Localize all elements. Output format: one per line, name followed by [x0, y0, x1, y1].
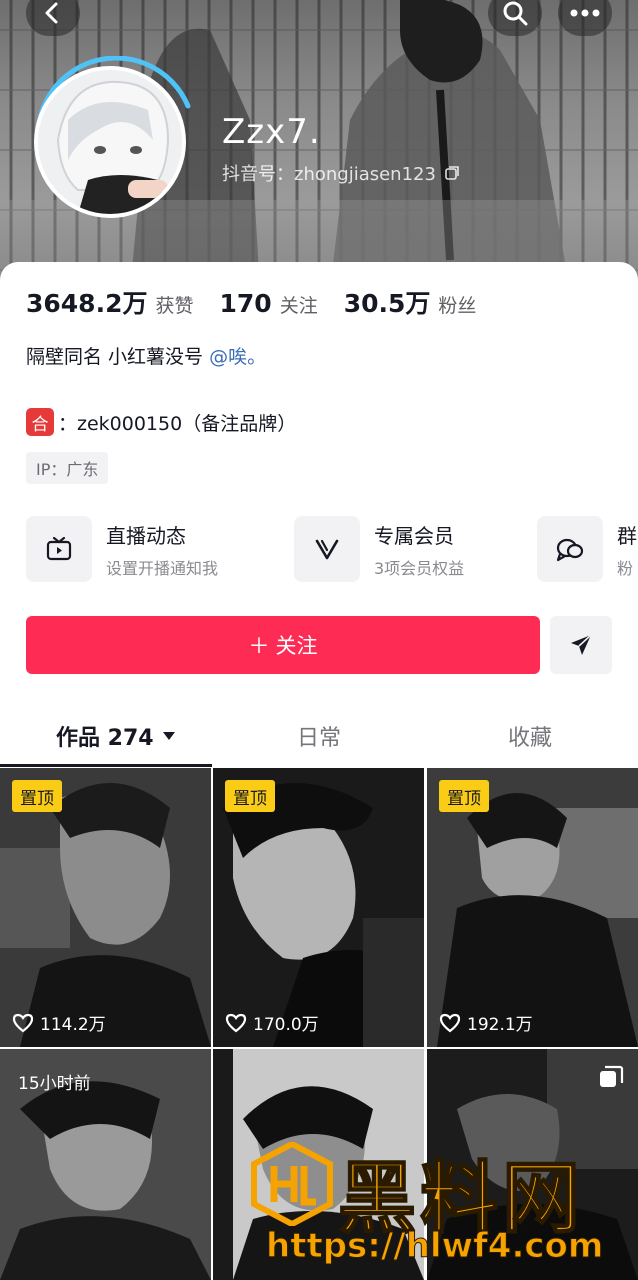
chevron-left-icon [45, 2, 58, 24]
paper-plane-icon [571, 634, 592, 655]
video-thumbnail[interactable] [427, 1049, 638, 1280]
contact-text: ：zek000150（备注品牌） [58, 412, 297, 435]
profile-nickname: Zzx7. [222, 112, 321, 152]
following-count[interactable]: 170 [220, 289, 272, 318]
content-tabs: 作品 274 日常 收藏 [0, 712, 638, 766]
following-label[interactable]: 关注 [280, 291, 318, 318]
video-likes-count: 170.0万 [253, 1015, 319, 1035]
follow-button[interactable]: ＋ 关注 [26, 616, 540, 674]
caret-down-icon [162, 732, 175, 740]
video-likes-count: 192.1万 [467, 1015, 533, 1035]
pinned-badge: 置顶 [439, 780, 489, 812]
profile-bio: 隔壁同名 小红薯没号 @唉。 [26, 342, 266, 369]
video-likes: 170.0万 [225, 1010, 319, 1035]
video-likes: 192.1万 [439, 1010, 533, 1035]
video-thumbnail[interactable]: 置顶 170.0万 [213, 768, 424, 1047]
avatar-image [34, 66, 186, 218]
service-group-chat[interactable]: 群 粉 [537, 516, 637, 582]
heart-icon [225, 1013, 247, 1032]
tab-works-label: 作品 274 [56, 726, 154, 751]
avatar[interactable] [24, 56, 196, 228]
contact-line: 合 ：zek000150（备注品牌） [26, 408, 296, 436]
tv-icon [26, 516, 92, 582]
tab-active-indicator [0, 764, 212, 767]
cooperation-badge-icon: 合 [26, 408, 54, 436]
bio-text: 隔壁同名 小红薯没号 [26, 346, 210, 368]
post-time: 15小时前 [18, 1074, 91, 1094]
multi-image-icon [600, 1065, 624, 1087]
service-subtitle: 3项会员权益 [374, 558, 465, 578]
tab-daily[interactable]: 日常 [297, 720, 341, 752]
likes-label: 获赞 [155, 295, 194, 317]
video-thumbnail[interactable]: 置顶 192.1万 [427, 768, 638, 1047]
service-title: 专属会员 [374, 523, 454, 548]
tab-favorites[interactable]: 收藏 [508, 720, 552, 752]
followers-count[interactable]: 30.5万 [344, 284, 431, 320]
service-title: 群 [617, 523, 637, 548]
heart-icon [12, 1013, 34, 1032]
more-dots-icon [570, 9, 600, 17]
pinned-badge: 置顶 [225, 780, 275, 812]
copy-icon[interactable] [444, 165, 460, 181]
service-live-updates[interactable]: 直播动态 设置开播通知我 [26, 516, 218, 582]
likes-count: 3648.2万 [26, 289, 148, 318]
service-subtitle: 粉 [617, 558, 634, 578]
services-row: 直播动态 设置开播通知我 专属会员 3项会员权益 群 粉 [26, 516, 638, 586]
plus-icon: ＋ [248, 634, 270, 658]
followers-label[interactable]: 粉丝 [438, 291, 476, 318]
follow-label: 关注 [275, 634, 318, 658]
service-membership[interactable]: 专属会员 3项会员权益 [294, 516, 464, 582]
ip-location-tag: IP：广东 [26, 452, 109, 484]
heart-icon [439, 1013, 461, 1032]
video-thumbnail[interactable]: 15小时前 [0, 1049, 211, 1280]
pinned-badge: 置顶 [12, 780, 62, 812]
video-likes: 114.2万 [12, 1010, 106, 1035]
send-message-button[interactable] [550, 616, 612, 674]
video-thumbnail[interactable] [213, 1049, 424, 1280]
service-title: 直播动态 [106, 523, 186, 548]
tab-works[interactable]: 作品 274 [56, 720, 176, 752]
v-icon [294, 516, 360, 582]
service-subtitle: 设置开播通知我 [106, 558, 219, 578]
search-icon [503, 1, 528, 26]
profile-banner: Zzx7. 抖音号：zhongjiasen123 [0, 0, 638, 290]
chat-icon [537, 516, 603, 582]
profile-stats: 3648.2万 获赞 170 关注 30.5万 粉丝 [26, 284, 502, 320]
video-thumbnail[interactable]: 置顶 114.2万 [0, 768, 211, 1047]
video-likes-count: 114.2万 [40, 1015, 106, 1035]
video-grid: 置顶 114.2万 置顶 170.0万 置顶 192.1万 15小时前 [0, 768, 638, 1280]
douyin-id: 抖音号：zhongjiasen123 [222, 160, 460, 186]
bio-mention-link[interactable]: @唉。 [209, 346, 266, 368]
douyin-id-text: 抖音号：zhongjiasen123 [222, 164, 436, 185]
